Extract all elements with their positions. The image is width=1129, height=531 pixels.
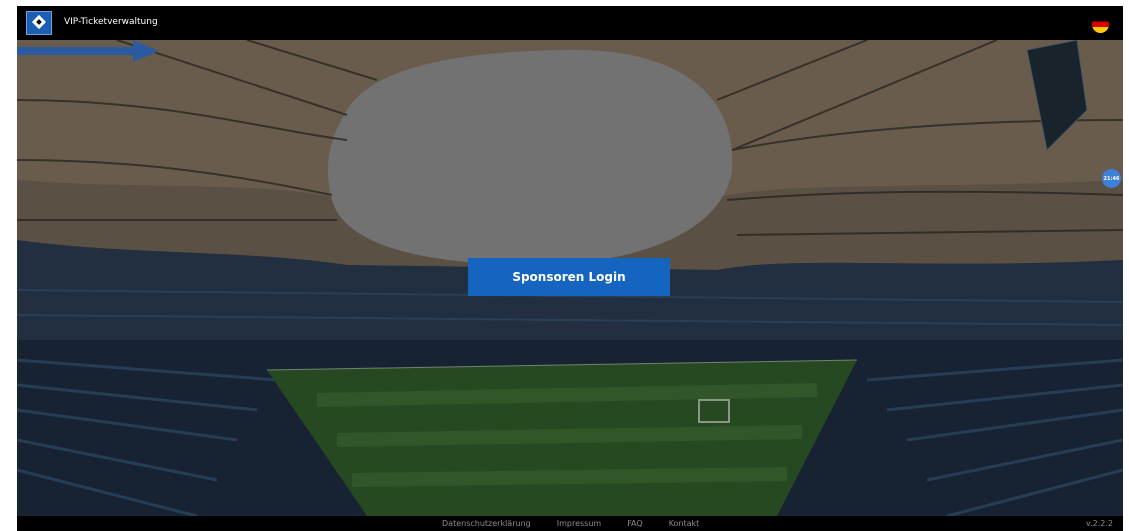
sponsor-login-button[interactable]: Sponsoren Login <box>468 258 670 296</box>
top-header: VIP-Ticketverwaltung <box>17 6 1123 40</box>
side-badge[interactable]: 21:46 <box>1102 169 1121 188</box>
footer-link-contact[interactable]: Kontakt <box>669 518 700 529</box>
app-window: VIP-Ticketverwaltung Sponsoren Login 21:… <box>17 6 1123 531</box>
stadium-background: Sponsoren Login 21:46 <box>17 40 1123 516</box>
version-label: v.2.2.2 <box>1085 519 1113 528</box>
footer-link-imprint[interactable]: Impressum <box>557 518 601 529</box>
hsv-logo-icon[interactable] <box>26 11 52 35</box>
arrow-right-icon <box>17 40 159 62</box>
footer-link-faq[interactable]: FAQ <box>627 518 643 529</box>
app-title: VIP-Ticketverwaltung <box>64 17 158 27</box>
footer-links: Datenschutzerklärung Impressum FAQ Konta… <box>442 518 725 529</box>
footer-link-privacy[interactable]: Datenschutzerklärung <box>442 518 531 529</box>
footer: Datenschutzerklärung Impressum FAQ Konta… <box>17 516 1123 531</box>
german-flag-icon[interactable] <box>1092 16 1109 33</box>
